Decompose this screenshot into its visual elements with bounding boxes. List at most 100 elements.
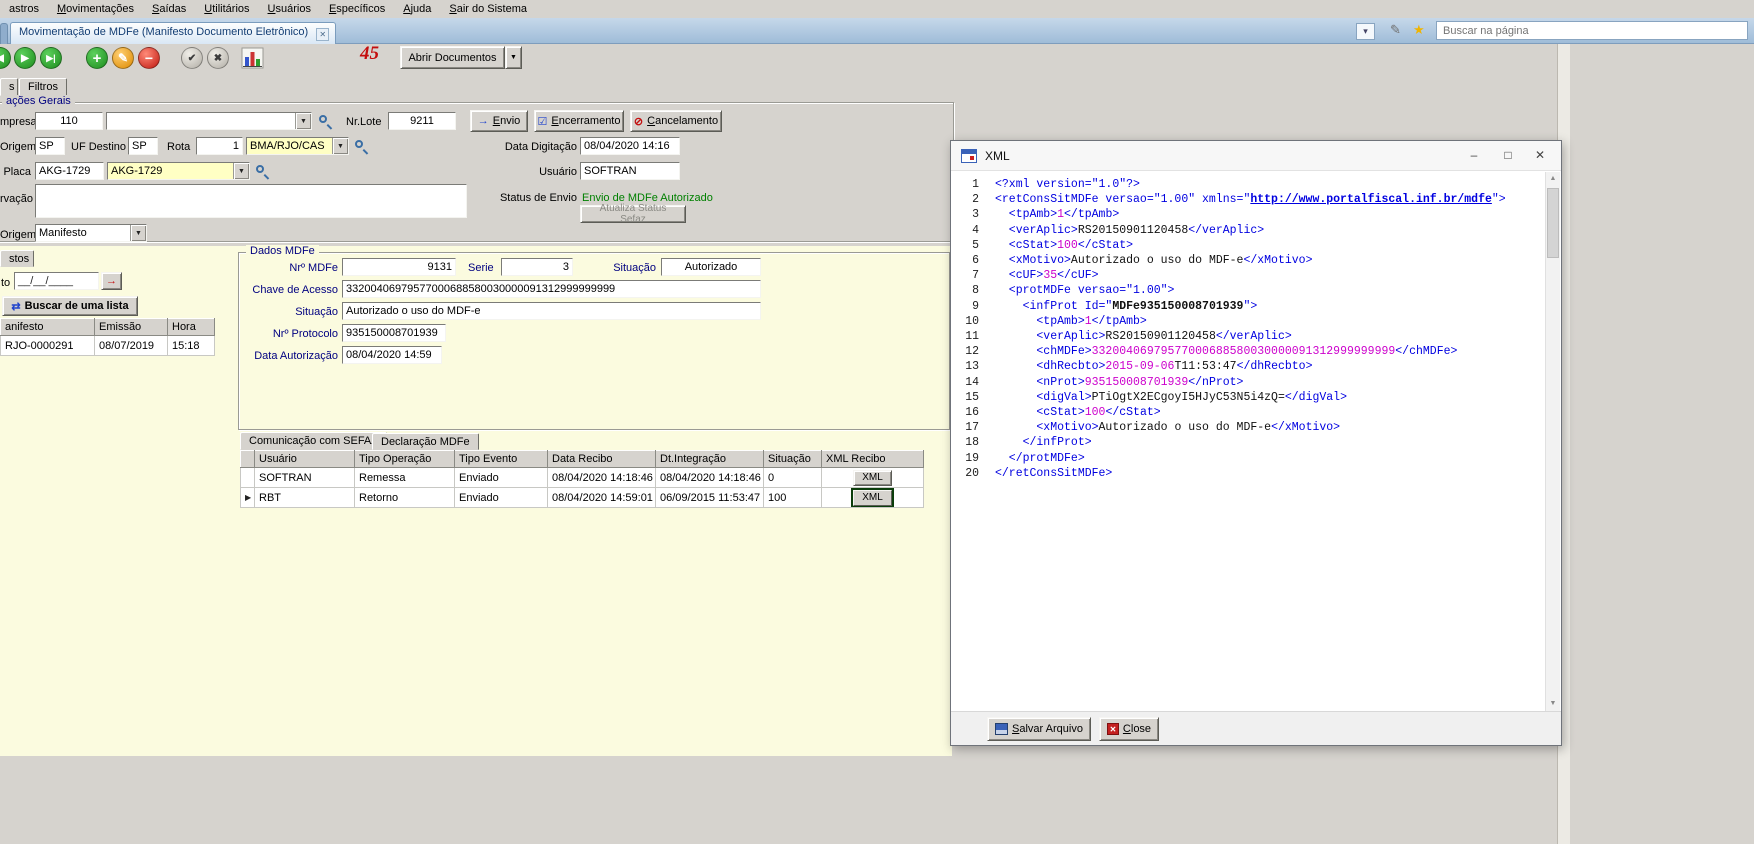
nav-last-button[interactable]: ▶| — [40, 47, 62, 69]
origem-combo[interactable]: Manifesto ▼ — [35, 224, 147, 242]
rota-input[interactable]: 1 — [196, 137, 243, 155]
xml-button-focused[interactable]: XML — [853, 490, 892, 506]
open-documents-dropdown[interactable]: ▼ — [505, 46, 522, 69]
tab-declaracao-mdfe[interactable]: Declaração MDFe — [372, 433, 479, 450]
data-recibo-cell[interactable]: 08/04/2020 14:18:46 — [548, 468, 656, 488]
empresa-combo[interactable]: ▼ — [106, 112, 312, 130]
xml-button[interactable]: XML — [853, 470, 892, 486]
cancelamento-button[interactable]: ⊘ Cancelamento — [630, 110, 722, 132]
dt-integracao-cell[interactable]: 08/04/2020 14:18:46 — [656, 468, 764, 488]
menu-item-utilitarios[interactable]: Utilitários — [195, 2, 258, 17]
manifesto-date-input[interactable]: __/__/____ — [14, 272, 99, 290]
usuario-input[interactable]: SOFTRAN — [580, 162, 680, 180]
nr-mdfe-input[interactable]: 9131 — [342, 258, 456, 276]
col-xml-recibo[interactable]: XML Recibo — [822, 451, 924, 468]
edit-button[interactable]: ✎ — [112, 47, 134, 69]
tab-stub[interactable] — [0, 23, 8, 44]
tipo-evento-cell[interactable]: Enviado — [455, 468, 548, 488]
data-autorizacao-input[interactable]: 08/04/2020 14:59 — [342, 346, 442, 364]
tipo-operacao-cell[interactable]: Remessa — [355, 468, 455, 488]
col-situacao[interactable]: Situação — [764, 451, 822, 468]
dt-integracao-cell[interactable]: 06/09/2015 11:53:47 — [656, 488, 764, 508]
encerramento-button[interactable]: ☑ Encerramento — [534, 110, 624, 132]
tab-manifestos[interactable]: stos — [0, 250, 34, 267]
tipo-operacao-cell[interactable]: Retorno — [355, 488, 455, 508]
data-digitacao-input[interactable]: 08/04/2020 14:16 — [580, 137, 680, 155]
menu-item-movimentacoes[interactable]: Movimentações — [48, 2, 143, 17]
tab-dados[interactable]: s — [0, 78, 18, 96]
col-dt-integracao[interactable]: Dt.Integração — [656, 451, 764, 468]
chart-icon[interactable] — [240, 46, 264, 70]
minimize-button[interactable]: – — [1459, 146, 1489, 166]
chave-acesso-input[interactable]: 3320040697957700068858003000009131299999… — [342, 280, 761, 298]
envio-button[interactable]: → Envio — [470, 110, 528, 132]
scrollbar-thumb[interactable] — [1547, 188, 1559, 258]
menu-item-usuarios[interactable]: Usuários — [259, 2, 320, 17]
protocolo-input[interactable]: 935150008701939 — [342, 324, 446, 342]
observacao-textarea[interactable] — [35, 184, 467, 218]
tab-movimentacao-mdfe[interactable]: Movimentação de MDFe (Manifesto Document… — [10, 22, 336, 44]
save-file-button[interactable]: Salvar Arquivo — [987, 717, 1091, 741]
xml-scrollbar[interactable]: ▲ ▼ — [1545, 172, 1560, 711]
scroll-up-icon[interactable]: ▲ — [1546, 172, 1560, 186]
serie-input[interactable]: 3 — [501, 258, 573, 276]
manifesto-cell[interactable]: RJO-0000291 — [1, 336, 95, 356]
situacao-desc-input[interactable]: Autorizado o uso do MDF-e — [342, 302, 761, 320]
buscar-de-uma-lista-button[interactable]: ⇄ Buscar de uma lista — [2, 296, 138, 316]
search-placa-icon[interactable] — [255, 164, 270, 179]
report-45-icon[interactable]: 45 — [360, 43, 379, 65]
favorite-star-icon[interactable]: ★ — [1413, 22, 1425, 38]
menu-item-ajuda[interactable]: Ajuda — [394, 2, 440, 17]
tab-comunicacao-sefaz[interactable]: Comunicação com SEFAZ — [240, 432, 387, 450]
highlighter-icon[interactable]: ✎ — [1390, 22, 1401, 38]
data-recibo-cell[interactable]: 08/04/2020 14:59:01 — [548, 488, 656, 508]
emissao-cell[interactable]: 08/07/2019 — [95, 336, 168, 356]
col-tipo-evento[interactable]: Tipo Evento — [455, 451, 548, 468]
situacao-input[interactable]: Autorizado — [661, 258, 761, 276]
uf-origem-input[interactable]: SP — [35, 137, 65, 155]
nav-next-button[interactable]: ▶ — [14, 47, 36, 69]
menu-item-cadastros[interactable]: astros — [0, 2, 48, 17]
xml-dialog-titlebar[interactable]: XML – □ ✕ — [951, 141, 1561, 171]
uf-destino-input[interactable]: SP — [128, 137, 158, 155]
table-row[interactable]: SOFTRAN Remessa Enviado 08/04/2020 14:18… — [241, 468, 924, 488]
close-window-button[interactable]: ✕ — [1525, 146, 1555, 166]
load-manifesto-button[interactable]: → — [101, 272, 122, 290]
menu-item-sair[interactable]: Sair do Sistema — [440, 2, 536, 17]
row-selector-cell[interactable]: ▶ — [241, 488, 255, 508]
search-rota-icon[interactable] — [354, 139, 369, 154]
manifesto-row[interactable]: RJO-0000291 08/07/2019 15:18 — [1, 336, 215, 356]
nav-prev-button[interactable]: ◀ — [0, 47, 11, 69]
add-button[interactable]: + — [86, 47, 108, 69]
col-hora[interactable]: Hora — [168, 319, 215, 336]
col-manifesto[interactable]: anifesto — [1, 319, 95, 336]
confirm-button[interactable]: ✔ — [181, 47, 203, 69]
col-tipo-operacao[interactable]: Tipo Operação — [355, 451, 455, 468]
menu-item-saidas[interactable]: Saídas — [143, 2, 195, 17]
placa-combo[interactable]: AKG-1729 ▼ — [107, 162, 250, 180]
nr-lote-input[interactable]: 9211 — [388, 112, 456, 130]
col-emissao[interactable]: Emissão — [95, 319, 168, 336]
find-options-button[interactable]: ▾ — [1356, 23, 1375, 40]
col-data-recibo[interactable]: Data Recibo — [548, 451, 656, 468]
search-empresa-icon[interactable] — [318, 114, 333, 129]
situacao-cell[interactable]: 100 — [764, 488, 822, 508]
find-on-page-input[interactable] — [1436, 21, 1748, 40]
cancel-button[interactable]: ✖ — [207, 47, 229, 69]
row-selector-cell[interactable] — [241, 468, 255, 488]
empresa-input[interactable]: 110 — [35, 112, 103, 130]
atualiza-status-sefaz-button[interactable]: Atualiza Status Sefaz — [580, 205, 686, 223]
remove-button[interactable]: − — [138, 47, 160, 69]
placa-input[interactable]: AKG-1729 — [35, 162, 104, 180]
rota-combo[interactable]: BMA/RJO/CAS ▼ — [246, 137, 349, 155]
usuario-cell[interactable]: SOFTRAN — [255, 468, 355, 488]
tipo-evento-cell[interactable]: Enviado — [455, 488, 548, 508]
tab-filtros[interactable]: Filtros — [19, 78, 67, 96]
usuario-cell[interactable]: RBT — [255, 488, 355, 508]
menu-item-especificos[interactable]: Específicos — [320, 2, 394, 17]
open-documents-button[interactable]: Abrir Documentos — [400, 46, 505, 69]
table-row[interactable]: ▶ RBT Retorno Enviado 08/04/2020 14:59:0… — [241, 488, 924, 508]
col-usuario[interactable]: Usuário — [255, 451, 355, 468]
hora-cell[interactable]: 15:18 — [168, 336, 215, 356]
scroll-down-icon[interactable]: ▼ — [1546, 697, 1560, 711]
